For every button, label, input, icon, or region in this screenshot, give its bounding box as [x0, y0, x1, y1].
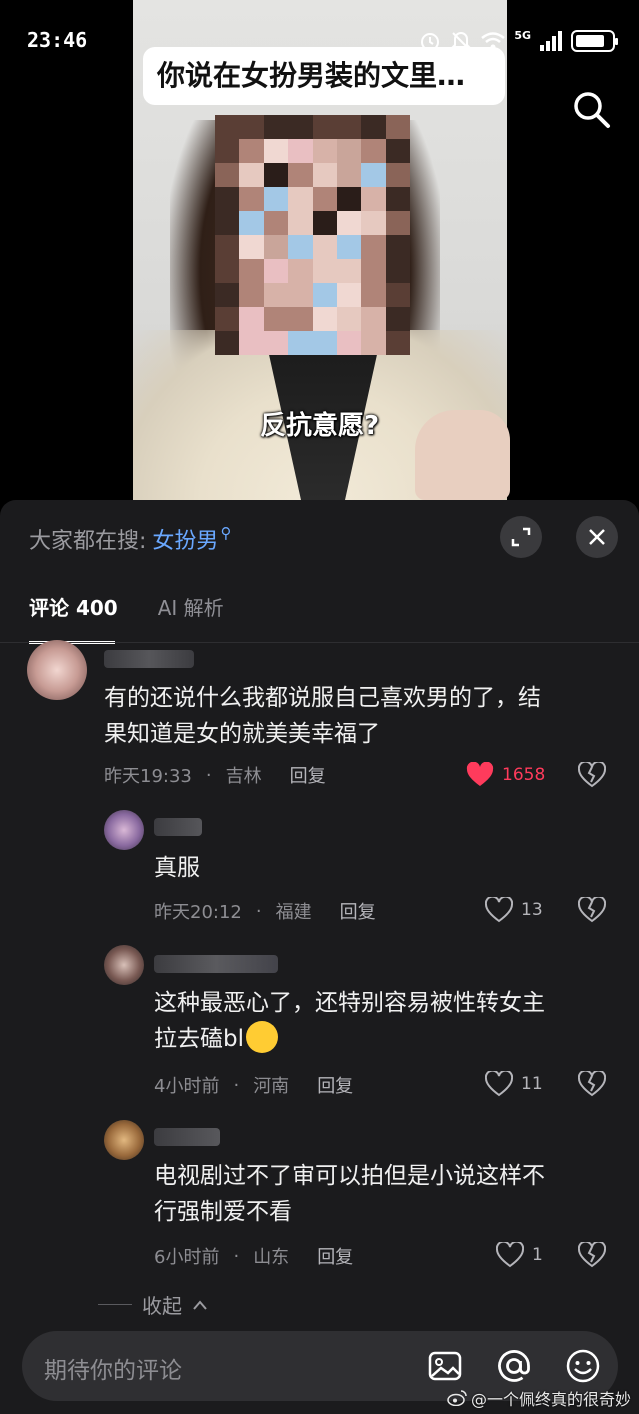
- comment-time: 昨天19:33: [104, 766, 192, 787]
- trending-search[interactable]: 大家都在搜: 女扮男 ⚲: [29, 521, 231, 557]
- chevron-up-icon: [193, 1299, 207, 1310]
- like-button[interactable]: 11: [485, 1071, 543, 1097]
- smiling-face-emoji-icon: [246, 1020, 278, 1053]
- dislike-icon[interactable]: [578, 762, 606, 788]
- status-bar: 23:46 5G: [0, 28, 639, 58]
- like-count: 11: [521, 1074, 543, 1094]
- reply-location: 河南: [253, 1076, 290, 1097]
- heart-outline-icon: [485, 1071, 513, 1097]
- reply-text: 真服: [154, 855, 200, 881]
- heart-outline-icon: [496, 1242, 524, 1268]
- like-count: 1: [532, 1245, 543, 1265]
- comment-tabs: 评论 400 AI 解析: [29, 592, 224, 644]
- dot-separator: ·: [233, 1245, 240, 1267]
- reply-time: 4小时前: [154, 1076, 220, 1097]
- tab-divider: [0, 642, 639, 643]
- pixelated-face: [215, 115, 410, 355]
- heart-outline-icon: [485, 897, 513, 923]
- mute-icon: [450, 32, 472, 50]
- reply-text: 电视剧过不了审可以拍但是小说这样不 行强制爱不看: [154, 1163, 545, 1225]
- username-blurred[interactable]: [154, 1128, 220, 1146]
- status-time: 23:46: [27, 28, 88, 52]
- collapse-label: 收起: [142, 1294, 182, 1318]
- video-subtitle: 反抗意愿?: [259, 411, 380, 441]
- expand-button[interactable]: [500, 516, 542, 558]
- like-button[interactable]: 13: [485, 897, 543, 923]
- avatar[interactable]: [104, 810, 144, 850]
- status-icons: 5G: [418, 28, 618, 52]
- tab-comments[interactable]: 评论 400: [29, 592, 118, 644]
- close-button[interactable]: [576, 516, 618, 558]
- reply-meta: 6小时前 · 山东 回复: [154, 1243, 353, 1269]
- comment-text: 有的还说什么我都说服自己喜欢男的了，结 果知道是女的就美美幸福了: [104, 685, 541, 747]
- reply-meta: 4小时前 · 河南 回复: [154, 1072, 353, 1098]
- search-icon[interactable]: [570, 88, 612, 130]
- comment-panel: [0, 500, 639, 1414]
- comment-input[interactable]: 期待你的评论: [44, 1351, 182, 1385]
- reply-location: 山东: [253, 1247, 290, 1268]
- dot-separator: ·: [205, 764, 212, 786]
- small-search-icon: ⚲: [220, 524, 232, 542]
- avatar[interactable]: [104, 1120, 144, 1160]
- username-blurred[interactable]: [154, 955, 278, 973]
- reply-text: 这种最恶心了，还特别容易被性转女主 拉去磕bl: [154, 990, 545, 1053]
- reply-button[interactable]: 回复: [317, 1243, 353, 1269]
- comment-meta: 昨天19:33 · 吉林 回复: [104, 762, 326, 788]
- reply-time: 6小时前: [154, 1247, 220, 1268]
- reply-button[interactable]: 回复: [340, 898, 376, 924]
- reply-meta: 昨天20:12 · 福建 回复: [154, 898, 376, 924]
- reply-location: 福建: [275, 902, 312, 923]
- dislike-icon[interactable]: [578, 897, 606, 923]
- watermark-text: @一个佩终真的很奇妙: [470, 1390, 631, 1409]
- comment-location: 吉林: [225, 766, 262, 787]
- heart-filled-icon: [466, 762, 494, 786]
- dot-separator: ·: [255, 900, 262, 922]
- trending-label: 大家都在搜:: [29, 529, 147, 554]
- reply-button[interactable]: 回复: [317, 1072, 353, 1098]
- reply-time: 昨天20:12: [154, 902, 242, 923]
- reply-button[interactable]: 回复: [290, 762, 326, 788]
- divider-line: [98, 1304, 132, 1305]
- dot-separator: ·: [233, 1074, 240, 1096]
- close-icon: [589, 529, 605, 545]
- trending-term[interactable]: 女扮男: [152, 523, 218, 555]
- mention-icon[interactable]: [495, 1347, 533, 1385]
- like-button[interactable]: 1: [496, 1242, 543, 1268]
- dislike-icon[interactable]: [578, 1242, 606, 1268]
- like-count: 13: [521, 900, 543, 920]
- username-blurred[interactable]: [154, 818, 202, 836]
- wifi-icon: [481, 32, 506, 50]
- weibo-logo-icon: [447, 1390, 467, 1406]
- alarm-icon: [421, 33, 440, 51]
- tab-ai-analysis[interactable]: AI 解析: [158, 592, 224, 632]
- avatar[interactable]: [104, 945, 144, 985]
- like-count: 1658: [502, 765, 546, 785]
- image-icon[interactable]: [426, 1347, 464, 1385]
- video-area[interactable]: 你说在女扮男装的文里… 反抗意愿?: [0, 0, 639, 500]
- like-button[interactable]: 1658: [466, 762, 545, 788]
- network-label: 5G: [514, 28, 531, 42]
- avatar[interactable]: [27, 640, 87, 700]
- emoji-icon[interactable]: [564, 1347, 602, 1385]
- expand-icon: [511, 527, 531, 547]
- dislike-icon[interactable]: [578, 1071, 606, 1097]
- username-blurred[interactable]: [104, 650, 194, 668]
- collapse-replies-button[interactable]: 收起: [98, 1290, 208, 1319]
- signal-icon: [540, 31, 562, 51]
- watermark: @一个佩终真的很奇妙: [447, 1386, 631, 1410]
- battery-icon: [571, 30, 618, 52]
